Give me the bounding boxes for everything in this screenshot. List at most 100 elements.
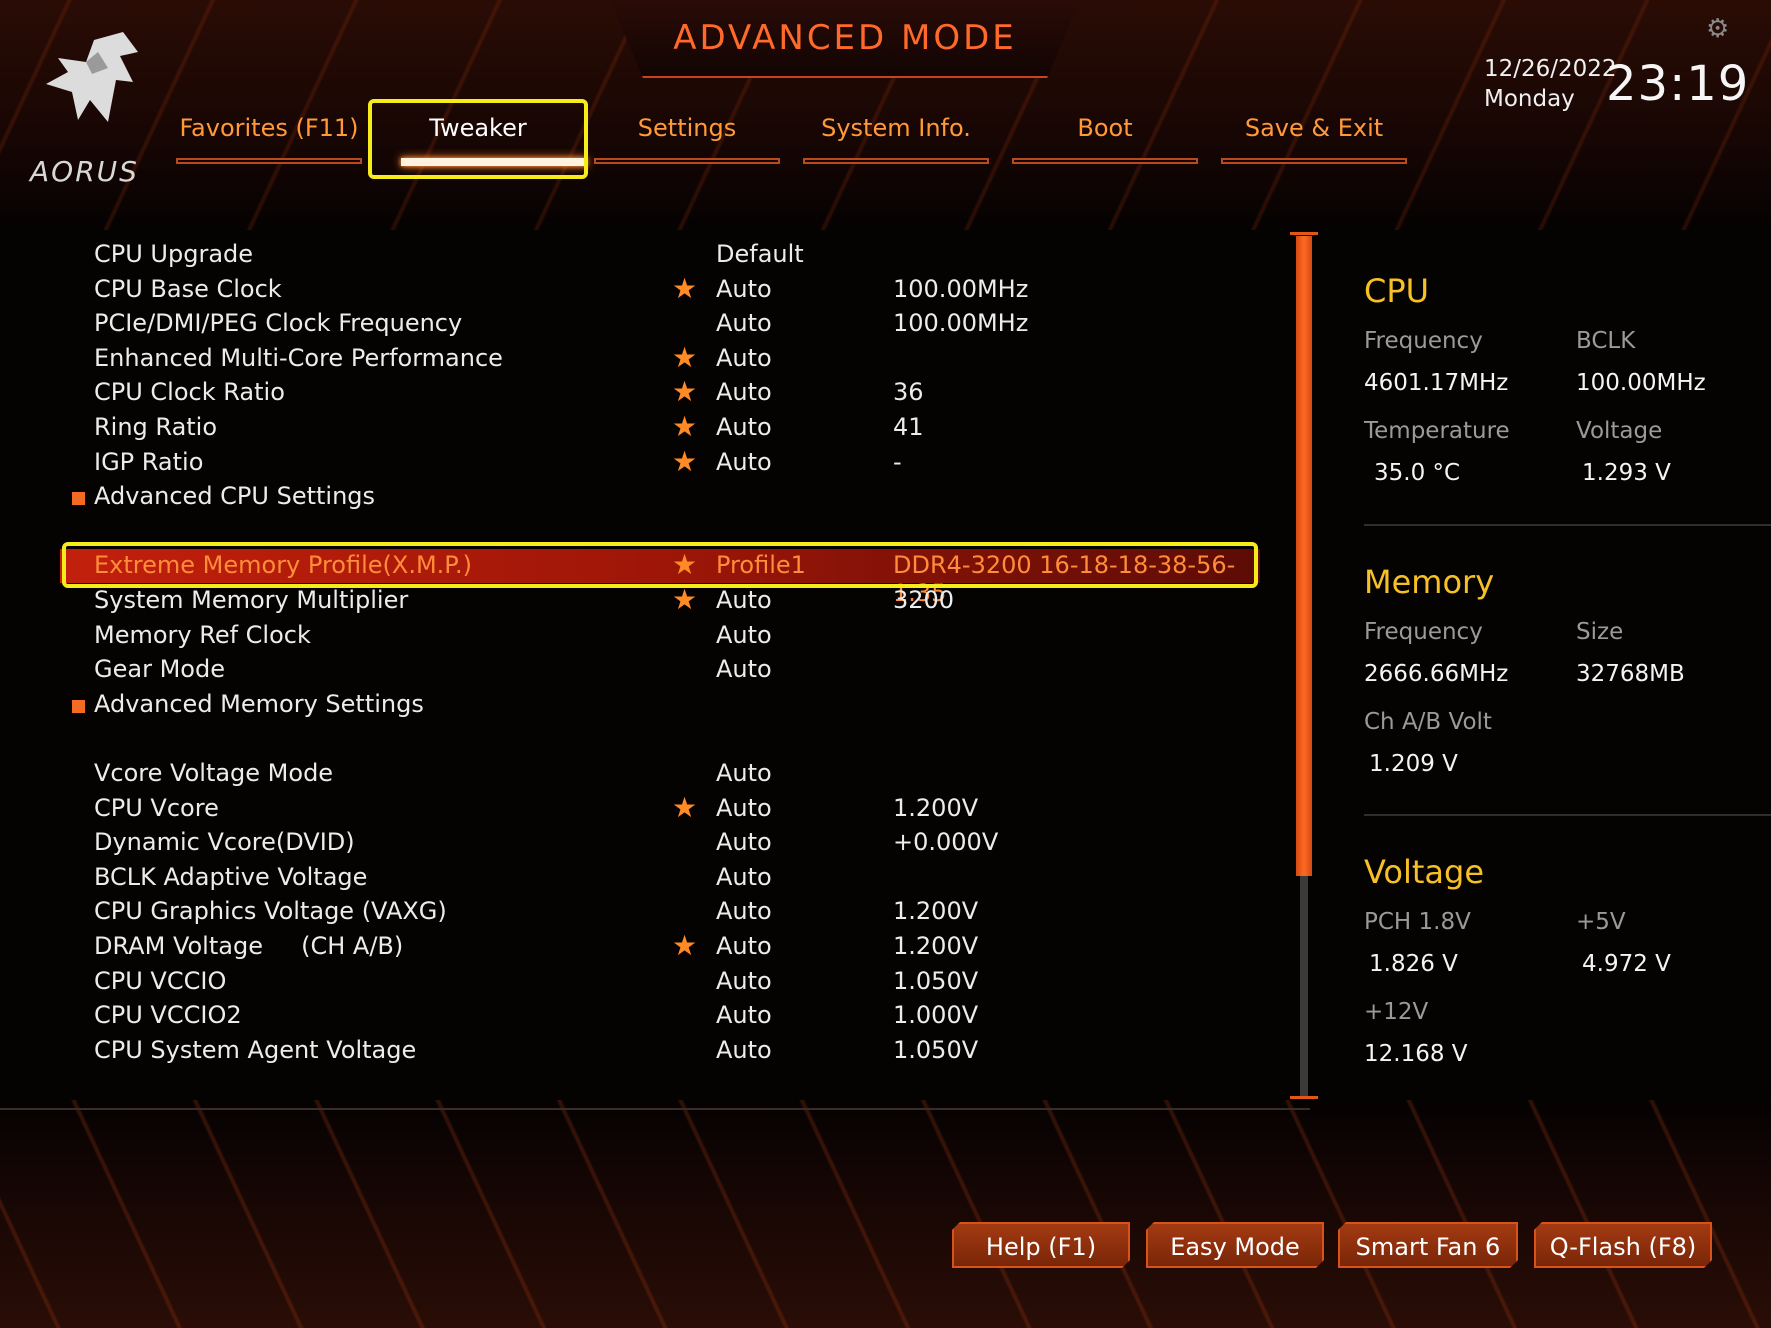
tab-label: System Info. bbox=[821, 114, 971, 142]
setting-value[interactable]: Auto bbox=[716, 621, 772, 649]
tab-focus-outline bbox=[368, 99, 588, 179]
setting-bclk-adaptive-voltage[interactable]: BCLK Adaptive Voltage Auto bbox=[60, 861, 1260, 895]
setting-name: CPU VCCIO2 bbox=[94, 1001, 242, 1030]
setting-cpu-vccio[interactable]: CPU VCCIO Auto 1.050V bbox=[60, 965, 1260, 999]
tab-boot[interactable]: Boot bbox=[1012, 110, 1198, 168]
setting-system-memory-multiplier[interactable]: System Memory Multiplier ★ Auto 3200 bbox=[60, 583, 1260, 618]
page-title: ADVANCED MODE bbox=[673, 18, 1017, 58]
setting-enhanced-multicore[interactable]: Enhanced Multi-Core Performance ★ Auto bbox=[60, 341, 1260, 376]
tab-label: Settings bbox=[637, 114, 737, 142]
star-icon: ★ bbox=[672, 271, 698, 305]
setting-cpu-system-agent-voltage[interactable]: CPU System Agent Voltage Auto 1.050V bbox=[60, 1034, 1260, 1068]
submenu-advanced-cpu-settings[interactable]: Advanced CPU Settings bbox=[60, 480, 1260, 514]
setting-value[interactable]: Auto bbox=[716, 897, 772, 925]
setting-vcore-voltage-mode[interactable]: Vcore Voltage Mode Auto bbox=[60, 757, 1260, 791]
12v-value: 12.168 V bbox=[1364, 1041, 1468, 1067]
scrollbar-thumb[interactable] bbox=[1296, 236, 1312, 876]
setting-info: 1.000V bbox=[893, 1001, 979, 1030]
setting-cpu-clock-ratio[interactable]: CPU Clock Ratio ★ Auto 36 bbox=[60, 375, 1260, 410]
setting-value[interactable]: Auto bbox=[716, 1036, 772, 1064]
star-icon: ★ bbox=[672, 790, 698, 824]
tab-label: Boot bbox=[1077, 114, 1133, 142]
setting-value[interactable]: Auto bbox=[716, 863, 772, 891]
star-icon: ★ bbox=[672, 410, 698, 443]
tab-settings[interactable]: Settings bbox=[594, 110, 780, 168]
submenu-name: Advanced CPU Settings bbox=[94, 482, 376, 511]
setting-value[interactable]: Auto bbox=[716, 655, 772, 683]
tab-favorites[interactable]: Favorites (F11) bbox=[176, 110, 362, 168]
setting-name: Enhanced Multi-Core Performance bbox=[94, 343, 503, 372]
setting-gear-mode[interactable]: Gear Mode Auto bbox=[60, 653, 1260, 687]
setting-value[interactable]: Auto bbox=[716, 378, 772, 406]
clock-time: 23:19 bbox=[1606, 56, 1750, 112]
setting-info: 100.00MHz bbox=[893, 309, 1029, 338]
setting-name: DRAM Voltage (CH A/B) bbox=[94, 932, 404, 960]
tab-label: Favorites (F11) bbox=[179, 114, 359, 142]
setting-value[interactable]: Auto bbox=[716, 309, 772, 337]
setting-pcie-clock[interactable]: PCIe/DMI/PEG Clock Frequency Auto 100.00… bbox=[60, 307, 1260, 341]
submenu-name: Advanced Memory Settings bbox=[94, 689, 424, 718]
setting-value[interactable]: Default bbox=[716, 240, 804, 268]
setting-cpu-vccio2[interactable]: CPU VCCIO2 Auto 1.000V bbox=[60, 999, 1260, 1033]
cpu-temperature-value: 35.0 °C bbox=[1374, 460, 1461, 486]
panel-separator bbox=[1364, 524, 1771, 526]
star-icon: ★ bbox=[672, 444, 698, 478]
setting-info: 1.200V bbox=[893, 932, 979, 960]
setting-name: Dynamic Vcore(DVID) bbox=[94, 828, 355, 857]
selection-focus-outline bbox=[62, 542, 1258, 588]
setting-info: 1.200V bbox=[893, 897, 979, 926]
setting-value[interactable]: Auto bbox=[716, 794, 772, 822]
setting-value[interactable]: Auto bbox=[716, 932, 772, 960]
setting-ring-ratio[interactable]: Ring Ratio ★ Auto 41 bbox=[60, 410, 1260, 445]
help-button[interactable]: Help (F1) bbox=[952, 1222, 1130, 1268]
setting-name: Vcore Voltage Mode bbox=[94, 759, 334, 787]
setting-value[interactable]: Auto bbox=[716, 759, 772, 787]
setting-value[interactable]: Auto bbox=[716, 275, 772, 303]
day-text: Monday bbox=[1484, 86, 1575, 112]
smart-fan-button[interactable]: Smart Fan 6 (F6) bbox=[1338, 1222, 1518, 1268]
setting-cpu-upgrade[interactable]: CPU Upgrade Default bbox=[60, 238, 1260, 272]
setting-cpu-graphics-voltage[interactable]: CPU Graphics Voltage (VAXG) Auto 1.200V bbox=[60, 895, 1260, 929]
setting-cpu-vcore[interactable]: CPU Vcore ★ Auto 1.200V bbox=[60, 790, 1260, 826]
star-icon: ★ bbox=[672, 375, 698, 409]
tab-underline bbox=[1012, 158, 1198, 164]
gear-icon[interactable]: ⚙ bbox=[1706, 14, 1729, 44]
setting-value[interactable]: Auto bbox=[716, 448, 772, 476]
cpu-temperature-label: Temperature bbox=[1364, 418, 1510, 444]
setting-value[interactable]: Auto bbox=[716, 967, 772, 995]
memory-frequency-label: Frequency bbox=[1364, 619, 1483, 645]
setting-dynamic-vcore[interactable]: Dynamic Vcore(DVID) Auto +0.000V bbox=[60, 826, 1260, 860]
submenu-advanced-memory-settings[interactable]: Advanced Memory Settings bbox=[60, 688, 1260, 722]
pch-voltage-value: 1.826 V bbox=[1369, 951, 1458, 977]
setting-value[interactable]: Auto bbox=[716, 586, 772, 614]
tab-bar: Favorites (F11) Tweaker Settings System … bbox=[176, 110, 1416, 170]
scrollbar-top-cap bbox=[1290, 232, 1318, 235]
memory-size-label: Size bbox=[1576, 619, 1624, 645]
setting-name: CPU Graphics Voltage (VAXG) bbox=[94, 897, 447, 926]
tab-underline bbox=[176, 158, 362, 164]
tab-system-info[interactable]: System Info. bbox=[803, 110, 989, 168]
panel-separator bbox=[1364, 814, 1771, 816]
setting-igp-ratio[interactable]: IGP Ratio ★ Auto - bbox=[60, 444, 1260, 480]
setting-cpu-base-clock[interactable]: CPU Base Clock ★ Auto 100.00MHz bbox=[60, 271, 1260, 307]
setting-value[interactable]: Auto bbox=[716, 1001, 772, 1029]
cpu-frequency-label: Frequency bbox=[1364, 328, 1483, 354]
setting-info: 1.050V bbox=[893, 966, 979, 995]
voltage-section-title: Voltage bbox=[1364, 853, 1485, 891]
tab-label: Save & Exit bbox=[1244, 114, 1384, 142]
setting-memory-ref-clock[interactable]: Memory Ref Clock Auto bbox=[60, 619, 1260, 653]
setting-info: 1.200V bbox=[893, 793, 979, 822]
setting-dram-voltage[interactable]: DRAM Voltage (CH A/B) ★ Auto 1.200V bbox=[60, 929, 1260, 964]
setting-info: 41 bbox=[893, 413, 924, 441]
setting-name: Ring Ratio bbox=[94, 413, 218, 441]
setting-value[interactable]: Auto bbox=[716, 413, 772, 441]
setting-name: CPU Vcore bbox=[94, 793, 219, 822]
cpu-frequency-value: 4601.17MHz bbox=[1364, 370, 1509, 396]
setting-value[interactable]: Auto bbox=[716, 828, 772, 856]
q-flash-button[interactable]: Q-Flash (F8) bbox=[1534, 1222, 1712, 1268]
setting-value[interactable]: Auto bbox=[716, 344, 772, 372]
easy-mode-button[interactable]: Easy Mode (F2) bbox=[1146, 1222, 1324, 1268]
setting-name: CPU VCCIO bbox=[94, 966, 227, 995]
setting-name: CPU Base Clock bbox=[94, 274, 282, 303]
tab-save-exit[interactable]: Save & Exit bbox=[1221, 110, 1407, 168]
